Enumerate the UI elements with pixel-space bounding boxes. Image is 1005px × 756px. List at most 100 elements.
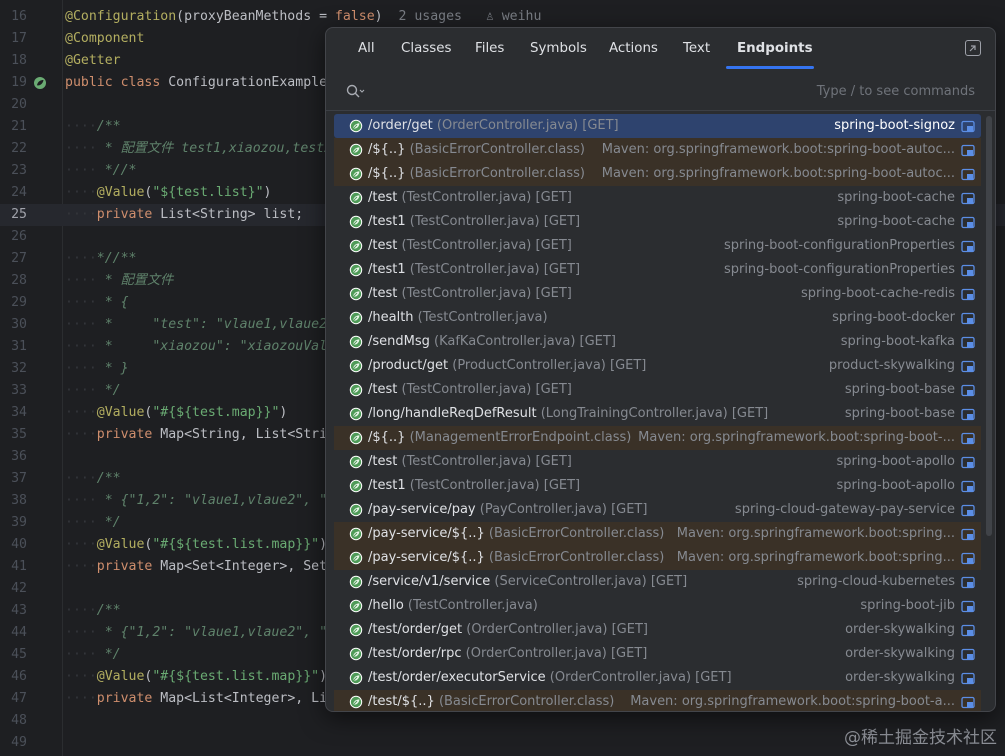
endpoint-results-list: /order/get (OrderController.java) [GET] s… (326, 114, 995, 711)
line-number: 39 (11, 515, 27, 530)
line-number: 26 (11, 229, 27, 244)
tab-endpoints[interactable]: Endpoints (737, 41, 813, 56)
module-folder-icon (961, 648, 975, 661)
line-number: 42 (11, 581, 27, 596)
code-text: @Configuration(proxyBeanMethods = false)… (65, 9, 542, 24)
endpoint-result-row[interactable]: /pay-service/${..} (BasicErrorController… (334, 546, 981, 570)
endpoint-module: spring-boot-apollo (836, 478, 955, 493)
endpoint-source: (BasicErrorController.class) (405, 142, 586, 157)
endpoint-module: spring-cloud-gateway-pay-service (734, 502, 955, 517)
endpoint-module: spring-boot-kafka (840, 334, 955, 349)
endpoint-result-row[interactable]: /test (TestController.java) [GET] spring-… (334, 282, 981, 306)
endpoint-path: /test (TestController.java) [GET] (368, 286, 572, 301)
endpoint-result-row[interactable]: /test/${..} (BasicErrorController.class)… (334, 690, 981, 711)
line-number: 24 (11, 185, 27, 200)
tab-text[interactable]: Text (683, 41, 710, 56)
code-text: ····private Map<List<Integer>, Lis (65, 691, 335, 706)
endpoint-result-row[interactable]: /test (TestController.java) [GET] spring-… (334, 378, 981, 402)
spring-endpoint-icon (349, 167, 363, 181)
module-folder-icon (961, 144, 975, 157)
line-number: 47 (11, 691, 27, 706)
endpoint-result-row[interactable]: /test/order/get (OrderController.java) [… (334, 618, 981, 642)
tab-files[interactable]: Files (475, 41, 504, 56)
endpoint-result-row[interactable]: /order/get (OrderController.java) [GET] s… (334, 114, 981, 138)
endpoint-result-row[interactable]: /test/order/executorService (OrderContro… (334, 666, 981, 690)
endpoint-module: Maven: org.springframework.boot:spring-b… (601, 142, 955, 157)
module-folder-icon (961, 240, 975, 253)
line-number: 18 (11, 53, 27, 68)
tab-symbols[interactable]: Symbols (530, 41, 587, 56)
line-number: 35 (11, 427, 27, 442)
endpoint-result-row[interactable]: /test1 (TestController.java) [GET] spring… (334, 258, 981, 282)
endpoint-module: spring-boot-cache-redis (801, 286, 955, 301)
endpoint-source: (BasicErrorController.class) (434, 694, 615, 709)
spring-endpoint-icon (349, 647, 363, 661)
endpoint-path: /service/v1/service (ServiceController.j… (368, 574, 688, 589)
code-text: ···· * 配置文件 (65, 273, 174, 288)
open-in-window-icon[interactable] (965, 40, 981, 56)
endpoint-result-row[interactable]: /service/v1/service (ServiceController.j… (334, 570, 981, 594)
endpoint-result-row[interactable]: /test/order/rpc (OrderController.java) [… (334, 642, 981, 666)
code-text: ····private List<String> list; (65, 207, 304, 222)
endpoint-module: spring-boot-cache (837, 214, 955, 229)
endpoint-module: spring-boot-configurationProperties (723, 262, 955, 277)
endpoint-module: spring-boot-configurationProperties (723, 238, 955, 253)
endpoint-path: /test (TestController.java) [GET] (368, 454, 572, 469)
endpoint-path: /test/order/executorService (OrderContro… (368, 670, 732, 685)
code-line[interactable]: 16 @Configuration(proxyBeanMethods = fals… (0, 6, 1005, 28)
endpoint-result-row[interactable]: /test1 (TestController.java) [GET] spring… (334, 210, 981, 234)
endpoint-path: /pay-service/${..} (BasicErrorController… (368, 550, 665, 565)
module-folder-icon (961, 264, 975, 277)
results-scrollbar[interactable] (986, 116, 992, 536)
endpoint-result-row[interactable]: /test (TestController.java) [GET] spring-… (334, 450, 981, 474)
line-number: 25 (11, 207, 27, 222)
module-folder-icon (961, 552, 975, 565)
line-number: 23 (11, 163, 27, 178)
endpoint-result-row[interactable]: /test1 (TestController.java) [GET] spring… (334, 474, 981, 498)
endpoint-result-row[interactable]: /test (TestController.java) [GET] spring-… (334, 186, 981, 210)
endpoint-module: spring-boot-signoz (834, 118, 955, 133)
endpoint-result-row[interactable]: /pay-service/${..} (BasicErrorController… (334, 522, 981, 546)
tab-all[interactable]: All (358, 41, 375, 56)
endpoint-result-row[interactable]: /long/handleReqDefResult (LongTrainingCo… (334, 402, 981, 426)
spring-bean-gutter-icon[interactable] (33, 76, 47, 90)
endpoint-module: spring-boot-docker (832, 310, 955, 325)
endpoint-result-row[interactable]: /${..} (BasicErrorController.class) Maven… (334, 138, 981, 162)
watermark: @稀土掘金技术社区 (844, 728, 997, 748)
spring-endpoint-icon (349, 335, 363, 349)
endpoint-result-row[interactable]: /test (TestController.java) [GET] spring-… (334, 234, 981, 258)
module-folder-icon (961, 216, 975, 229)
endpoint-path: /pay-service/pay (PayController.java) [G… (368, 502, 648, 517)
endpoint-result-row[interactable]: /sendMsg (KafKaController.java) [GET] spr… (334, 330, 981, 354)
spring-endpoint-icon (349, 239, 363, 253)
search-icon[interactable] (346, 84, 366, 100)
code-text: ····@Value("${test.list}") (65, 185, 272, 200)
line-number: 38 (11, 493, 27, 508)
endpoint-module: Maven: org.springframework.boot:spring-b… (630, 694, 955, 709)
endpoint-module: spring-boot-apollo (836, 454, 955, 469)
search-input[interactable] (370, 80, 810, 104)
endpoint-source: (BasicErrorController.class) (405, 166, 586, 181)
endpoint-module: order-skywalking (845, 646, 955, 661)
line-number: 40 (11, 537, 27, 552)
endpoint-module: Maven: org.springframework.boot:spring-b… (638, 430, 955, 445)
scope-tabs: All Classes Files Symbols Actions Text E… (326, 28, 995, 70)
line-number: 16 (11, 9, 27, 24)
endpoint-source: (TestController.java) [GET] (405, 478, 581, 493)
module-folder-icon (961, 192, 975, 205)
endpoint-result-row[interactable]: /hello (TestController.java) spring-boot-… (334, 594, 981, 618)
endpoint-module: Maven: org.springframework.boot:spring..… (676, 526, 955, 541)
endpoint-result-row[interactable]: /${..} (ManagementErrorEndpoint.class) Ma… (334, 426, 981, 450)
line-number: 48 (11, 713, 27, 728)
tab-classes[interactable]: Classes (401, 41, 451, 56)
spring-endpoint-icon (349, 503, 363, 517)
endpoint-result-row[interactable]: /health (TestController.java) spring-boot… (334, 306, 981, 330)
endpoint-result-row[interactable]: /pay-service/pay (PayController.java) [G… (334, 498, 981, 522)
endpoint-path: /health (TestController.java) (368, 310, 548, 325)
line-number: 21 (11, 119, 27, 134)
endpoint-result-row[interactable]: /${..} (BasicErrorController.class) Maven… (334, 162, 981, 186)
line-number: 30 (11, 317, 27, 332)
search-everywhere-popup: All Classes Files Symbols Actions Text E… (325, 27, 996, 712)
endpoint-result-row[interactable]: /product/get (ProductController.java) [G… (334, 354, 981, 378)
tab-actions[interactable]: Actions (609, 41, 658, 56)
